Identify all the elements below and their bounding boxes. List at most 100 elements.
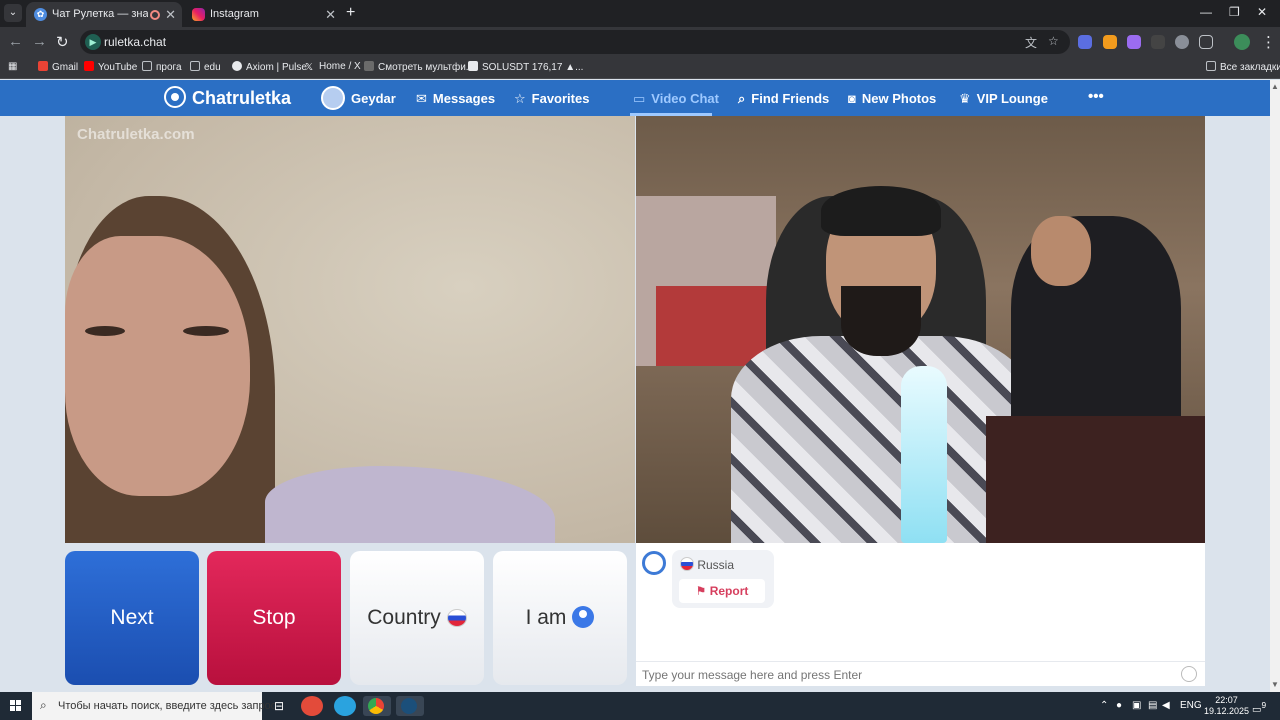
stop-button[interactable]: Stop: [207, 551, 341, 685]
browser-menu-icon[interactable]: ⋮: [1261, 33, 1276, 51]
gender-button[interactable]: I am: [493, 551, 627, 685]
tab-instagram[interactable]: Instagram ✕: [184, 2, 342, 27]
self-video: [636, 116, 1205, 543]
video-icon: ▭: [633, 91, 646, 106]
extension-icon[interactable]: [1078, 35, 1092, 49]
bookmarks-bar: ▦ Gmail YouTube прога edu Axiom | Pulse …: [0, 57, 1280, 79]
chat-message-input[interactable]: [642, 665, 1162, 684]
input-language[interactable]: ENG: [1180, 700, 1202, 711]
bookmark-axiom[interactable]: Axiom | Pulse: [232, 61, 307, 73]
camera-icon: ◙: [848, 91, 856, 106]
report-button[interactable]: ⚑ Report: [679, 579, 765, 603]
tray-overflow-icon[interactable]: ⌃: [1100, 700, 1108, 711]
nav-favorites[interactable]: ☆ Favorites: [514, 91, 589, 107]
bookmark-star-icon[interactable]: ☆: [1048, 34, 1059, 48]
nav-find-friends[interactable]: ⌕ Find Friends: [738, 91, 829, 107]
person-beard: [841, 286, 921, 356]
country-button[interactable]: Country: [350, 551, 484, 685]
extension-icon[interactable]: [1127, 35, 1141, 49]
tab-search-menu-button[interactable]: ⌄: [4, 4, 22, 22]
bookmark-cartoons[interactable]: Смотреть мультфи...: [364, 61, 474, 73]
bookmark-solusdt[interactable]: SOLUSDT 176,17 ▲...: [468, 61, 583, 73]
partner-video: Chatruletka.com: [65, 116, 635, 543]
obs-icon[interactable]: [301, 696, 323, 716]
extension-icon[interactable]: [1151, 35, 1165, 49]
site-info-icon[interactable]: ▶: [85, 34, 101, 50]
close-tab-icon[interactable]: ✕: [325, 7, 336, 23]
profile-avatar[interactable]: [1234, 34, 1250, 50]
chrome-taskbar-app[interactable]: [363, 696, 391, 716]
avatar: [321, 86, 345, 110]
russia-flag-icon: [680, 557, 694, 571]
logo-flower-icon: [164, 86, 186, 108]
forward-icon[interactable]: →: [32, 33, 47, 50]
bookmark-youtube[interactable]: YouTube: [84, 61, 137, 73]
all-bookmarks[interactable]: Все закладки: [1206, 61, 1280, 73]
translate-icon[interactable]: 文: [1025, 34, 1037, 51]
restore-window-button[interactable]: ❐: [1229, 5, 1240, 19]
new-tab-button[interactable]: +: [346, 4, 355, 22]
nav-new-photos[interactable]: ◙ New Photos: [848, 91, 936, 106]
x-logo-icon: 𝕏: [305, 62, 314, 73]
nav-vip-lounge[interactable]: ♛ VIP Lounge: [959, 91, 1048, 107]
windows-start-icon[interactable]: [10, 700, 22, 712]
nav-messages[interactable]: ✉ Messages: [416, 91, 495, 107]
user-icon: [572, 606, 595, 628]
pillow: [265, 466, 555, 543]
task-view-icon[interactable]: ⊟: [268, 696, 290, 716]
notifications-icon[interactable]: ▭9: [1252, 700, 1266, 715]
tab-title: Чат Рулетка — знакомства: [52, 8, 148, 20]
folder-icon: [142, 61, 152, 71]
reload-icon[interactable]: ↻: [56, 33, 69, 51]
telegram-icon[interactable]: [334, 696, 356, 716]
bookmark-folder-edu[interactable]: edu: [190, 61, 221, 73]
person-hair: [821, 186, 941, 236]
nav-video-chat[interactable]: ▭ Video Chat: [633, 91, 719, 107]
bookmark-x[interactable]: 𝕏 Home / X: [305, 61, 361, 73]
flag-icon: ⚑: [695, 584, 707, 598]
partner-info-card: Russia ⚑ Report: [672, 550, 774, 608]
taskbar-search[interactable]: ⌕ Чтобы начать поиск, введите здесь запр…: [32, 692, 276, 720]
recording-indicator-icon: [150, 10, 160, 20]
gmail-icon: [38, 61, 48, 71]
microphone: [901, 366, 947, 543]
extension-icon[interactable]: [1175, 35, 1189, 49]
search-icon: ⌕: [738, 91, 746, 106]
close-window-button[interactable]: ✕: [1257, 5, 1267, 19]
steam-taskbar-app[interactable]: [396, 696, 424, 716]
page-scrollbar[interactable]: ▲ ▼: [1270, 80, 1280, 692]
steam-icon: [401, 698, 417, 714]
url-text: ruletka.chat: [104, 35, 167, 49]
windows-taskbar: ⌕ Чтобы начать поиск, введите здесь запр…: [0, 692, 1280, 720]
tradingview-icon: [468, 61, 478, 71]
bookmark-folder-proga[interactable]: прога: [142, 61, 182, 73]
desk-mat: [986, 416, 1205, 543]
system-clock[interactable]: 22:07 19.12.2025: [1204, 695, 1249, 717]
site-navbar: Chatruletka Geydar ✉ Messages ☆ Favorites …: [0, 80, 1270, 116]
microphone-icon[interactable]: ●: [1116, 700, 1122, 711]
network-icon[interactable]: ▤: [1148, 700, 1157, 711]
scroll-up-icon[interactable]: ▲: [1271, 82, 1279, 91]
app-tray-icon[interactable]: ▣: [1132, 700, 1141, 711]
volume-icon[interactable]: ◀: [1162, 700, 1170, 711]
next-button[interactable]: Next: [65, 551, 199, 685]
chat-panel: Russia ⚑ Report: [636, 543, 1205, 686]
chatruletka-logo[interactable]: Chatruletka: [164, 86, 291, 109]
extension-icon[interactable]: [1103, 35, 1117, 49]
address-bar[interactable]: ▶ ruletka.chat 文 ☆: [80, 30, 1070, 54]
apps-grid-icon[interactable]: ▦: [8, 61, 17, 72]
minimize-window-button[interactable]: —: [1200, 5, 1212, 19]
scroll-down-icon[interactable]: ▼: [1271, 680, 1279, 689]
more-menu-icon[interactable]: •••: [1088, 88, 1104, 105]
nav-profile[interactable]: Geydar: [321, 86, 396, 110]
tab-chatruletka[interactable]: ✿ Чат Рулетка — знакомства ✕: [26, 2, 182, 27]
emoji-icon[interactable]: [1181, 666, 1197, 682]
bookmark-gmail[interactable]: Gmail: [38, 61, 78, 73]
person-eye: [85, 326, 125, 336]
chatruletka-logo-icon: [642, 551, 666, 575]
close-tab-icon[interactable]: ✕: [165, 7, 176, 23]
folder-icon: [1206, 61, 1216, 71]
back-icon[interactable]: ←: [8, 33, 23, 50]
extensions-puzzle-icon[interactable]: [1199, 35, 1213, 49]
chat-input-area: [636, 661, 1205, 686]
